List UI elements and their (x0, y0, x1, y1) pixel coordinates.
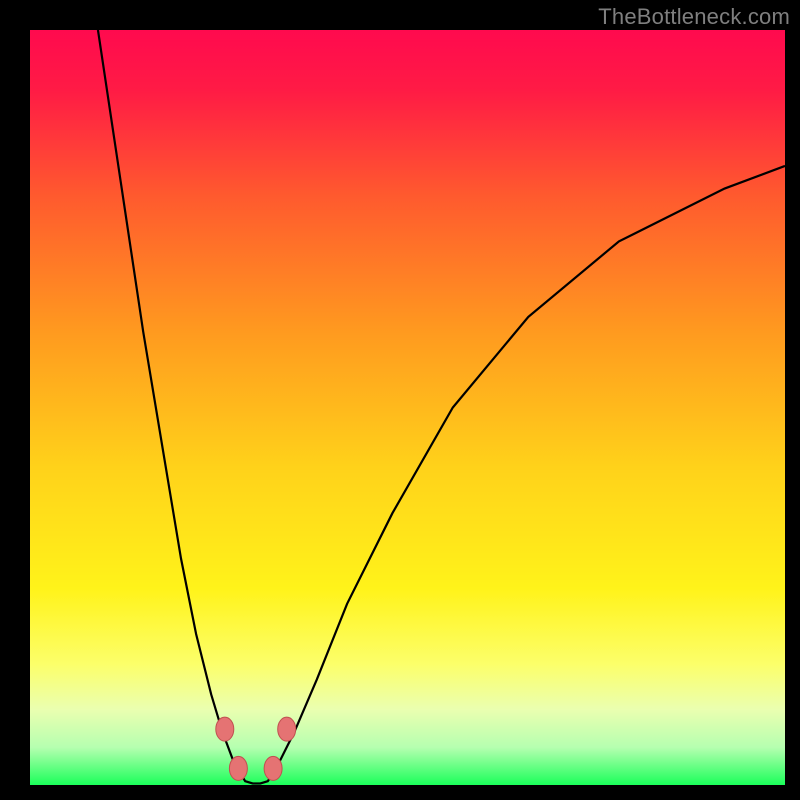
curve-marker (278, 717, 296, 741)
watermark-text: TheBottleneck.com (598, 4, 790, 30)
curve-marker (216, 717, 234, 741)
gradient-background (30, 30, 785, 785)
chart-frame (30, 30, 785, 785)
curve-marker (229, 756, 247, 780)
bottleneck-chart (30, 30, 785, 785)
curve-marker (264, 756, 282, 780)
